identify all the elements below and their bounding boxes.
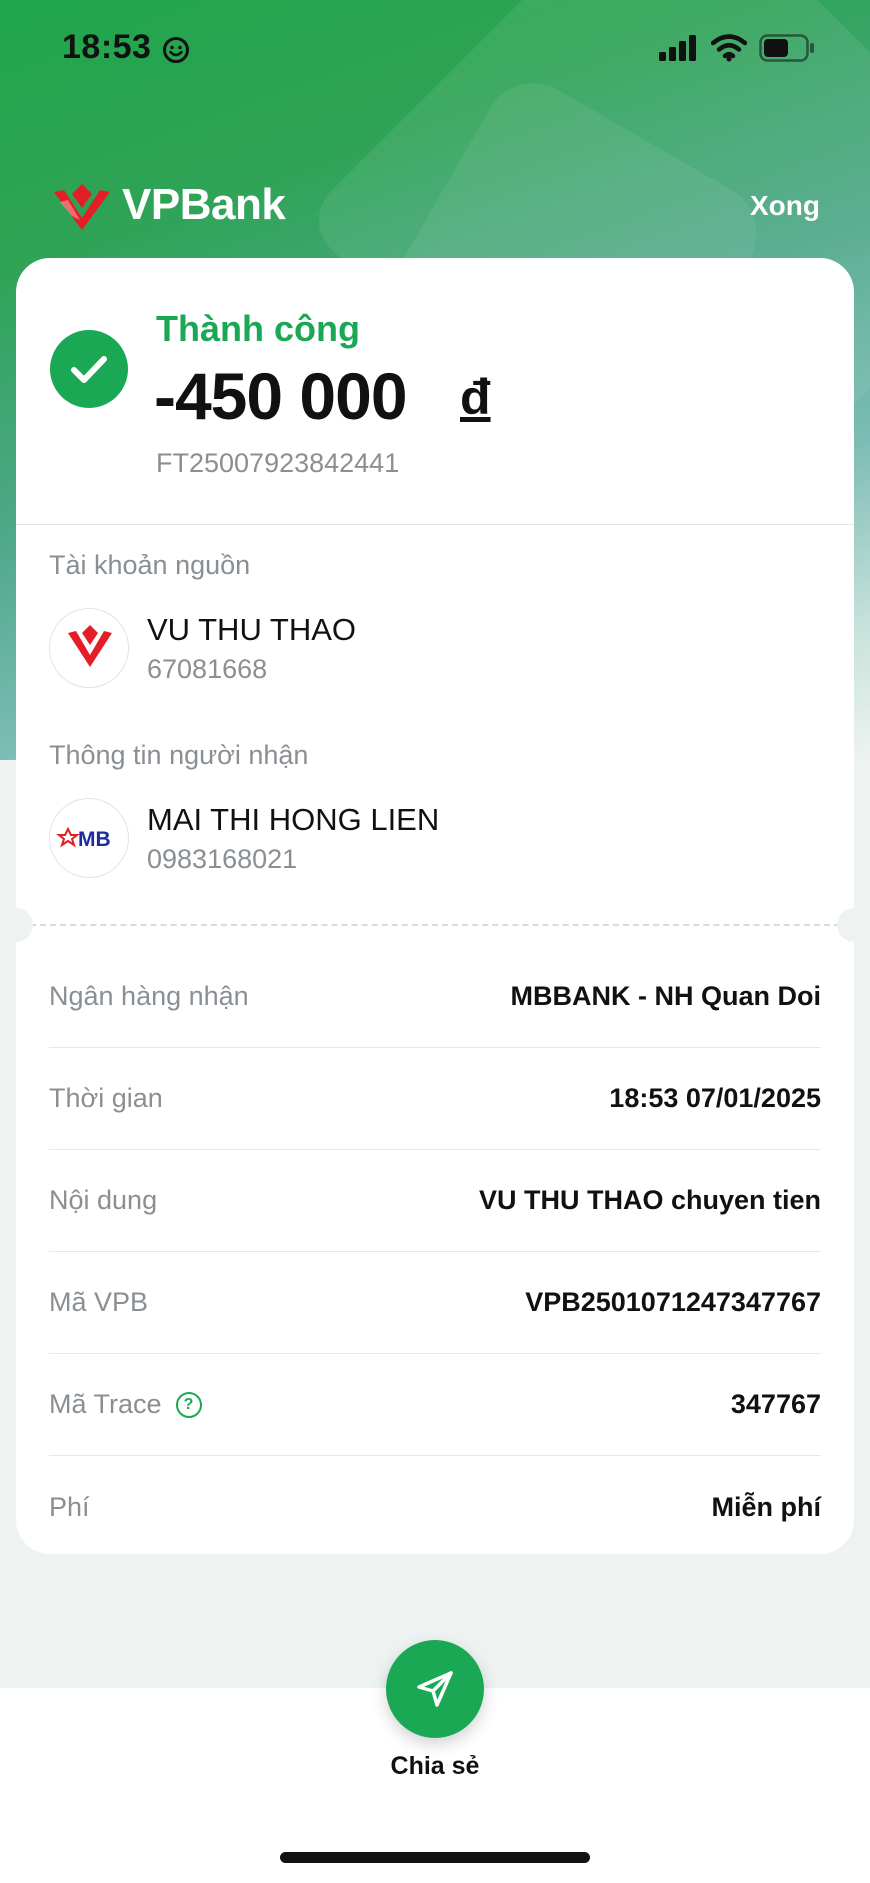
- card-notch-left: [0, 908, 33, 942]
- share-button[interactable]: [386, 1640, 484, 1738]
- signal-icon: [659, 35, 696, 61]
- detail-row-trace-code: Mã Trace ? 347767: [49, 1354, 821, 1456]
- detail-label: Phí: [49, 1491, 90, 1522]
- svg-text:MB: MB: [78, 828, 111, 851]
- recipient-section-label: Thông tin người nhận: [49, 740, 309, 770]
- detail-row-time: Thời gian 18:53 07/01/2025: [49, 1048, 821, 1150]
- detail-row-vpb-code: Mã VPB VPB2501071247347767: [49, 1252, 821, 1354]
- detail-row-receiving-bank: Ngân hàng nhận MBBANK - NH Quan Doi: [49, 946, 821, 1048]
- detail-value: MBBANK - NH Quan Doi: [510, 981, 821, 1011]
- detail-value: Miễn phí: [711, 1491, 822, 1522]
- wifi-icon: [711, 34, 747, 62]
- card-notch-right: [837, 908, 870, 942]
- status-time: 18:53: [62, 28, 152, 66]
- status-bar: 18:53: [0, 28, 870, 72]
- source-section-label: Tài khoản nguồn: [49, 550, 251, 580]
- battery-icon: [759, 34, 814, 62]
- detail-row-content: Nội dung VU THU THAO chuyen tien: [49, 1150, 821, 1252]
- detail-label: Nội dung: [49, 1185, 158, 1215]
- home-indicator[interactable]: [280, 1852, 590, 1863]
- detail-value: VPB2501071247347767: [525, 1287, 821, 1317]
- send-icon: [417, 1671, 453, 1707]
- transaction-amount: -450 000: [154, 359, 408, 433]
- detail-value: VU THU THAO chuyen tien: [478, 1185, 821, 1215]
- vpbank-logo-icon: [54, 184, 110, 230]
- trace-label-text: Mã Trace: [49, 1389, 162, 1419]
- detail-value: 18:53 07/01/2025: [609, 1083, 821, 1113]
- detail-value: 347767: [730, 1389, 821, 1419]
- recipient-bank-avatar: MB: [49, 798, 129, 878]
- detail-label: Thời gian: [49, 1083, 163, 1113]
- detail-label: Ngân hàng nhận: [49, 981, 249, 1011]
- dashed-divider: [30, 924, 840, 926]
- mb-bank-logo-icon: MB: [56, 826, 111, 851]
- recipient-name: MAI THI HONG LIEN: [147, 802, 440, 837]
- share-label: Chia sẻ: [390, 1752, 480, 1780]
- vpbank-logo-icon: [68, 625, 112, 667]
- divider: [16, 524, 854, 525]
- recipient-account-number: 0983168021: [147, 844, 298, 874]
- detail-label: Mã Trace ?: [49, 1389, 202, 1420]
- detail-row-fee: Phí Miễn phí: [49, 1456, 821, 1558]
- currency-symbol: đ: [460, 369, 491, 425]
- success-check-icon: [50, 330, 128, 408]
- source-account-number: 67081668: [147, 654, 268, 684]
- help-icon[interactable]: ?: [175, 1391, 202, 1418]
- source-account-name: VU THU THAO: [147, 612, 356, 647]
- done-button[interactable]: Xong: [750, 190, 820, 222]
- detail-label: Mã VPB: [49, 1287, 149, 1317]
- transaction-reference: FT25007923842441: [156, 448, 400, 478]
- transaction-receipt-card: Thành công -450 000 đ FT25007923842441 T…: [16, 258, 854, 1554]
- brand-name: VPBank: [122, 180, 286, 229]
- source-bank-avatar: [49, 608, 129, 688]
- status-icons: [659, 34, 815, 62]
- brand-logo: VPBank: [50, 178, 286, 232]
- transaction-status: Thành công: [156, 308, 360, 349]
- smiley-icon: [163, 37, 189, 63]
